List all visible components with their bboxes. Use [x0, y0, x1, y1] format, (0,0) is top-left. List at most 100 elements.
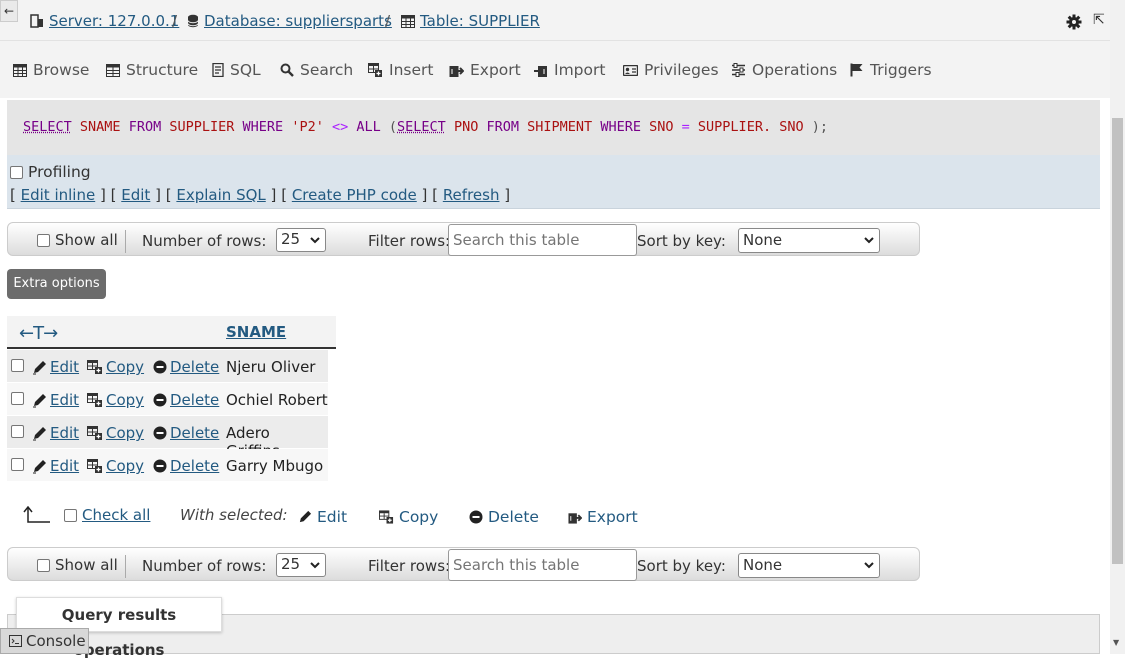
row-edit-action[interactable]: Edit: [32, 391, 79, 409]
tab-search[interactable]: Search: [280, 61, 353, 79]
bracket: ]: [422, 186, 428, 204]
structure-icon: [106, 64, 120, 77]
bulk-export-label: Export: [587, 508, 638, 526]
show-all-label: Show all: [55, 556, 118, 574]
row-copy-action[interactable]: Copy: [87, 457, 144, 475]
sname-cell[interactable]: Garry Mbugo: [226, 457, 323, 475]
query-action-links: [ Edit inline ] [ Edit ] [ Explain SQL ]…: [10, 186, 510, 204]
breadcrumb-table[interactable]: Table: SUPPLIER: [401, 12, 540, 30]
tab-export[interactable]: Export: [449, 61, 521, 79]
sort-by-key-select[interactable]: None: [738, 228, 880, 253]
bulk-delete-button[interactable]: Delete: [469, 508, 539, 526]
row-delete-link[interactable]: Delete: [170, 424, 219, 442]
tab-triggers[interactable]: Triggers: [850, 61, 932, 79]
row-edit-action[interactable]: Edit: [32, 358, 79, 376]
extra-options-button[interactable]: Extra options: [7, 269, 106, 299]
show-all-option[interactable]: Show all: [37, 556, 118, 574]
row-checkbox[interactable]: [11, 425, 24, 438]
filter-rows-input[interactable]: [448, 549, 637, 581]
row-edit-action[interactable]: Edit: [32, 424, 79, 442]
tab-operations[interactable]: Operations: [731, 61, 837, 79]
row-delete-action[interactable]: Delete: [153, 358, 219, 376]
refresh-link[interactable]: Refresh: [443, 186, 500, 204]
row-copy-action[interactable]: Copy: [87, 424, 144, 442]
row-delete-action[interactable]: Delete: [153, 391, 219, 409]
tab-import[interactable]: Import: [533, 61, 605, 79]
row-copy-action[interactable]: Copy: [87, 391, 144, 409]
profiling-option[interactable]: Profiling: [10, 163, 91, 181]
row-edit-link[interactable]: Edit: [50, 358, 79, 376]
profiling-checkbox[interactable]: [10, 166, 23, 179]
sname-cell[interactable]: Njeru Oliver: [226, 358, 315, 376]
console-label: Console: [26, 632, 86, 650]
column-toggle-arrows[interactable]: ←T→: [19, 323, 57, 344]
back-arrow-icon[interactable]: ←: [0, 0, 18, 22]
row-copy-link[interactable]: Copy: [106, 391, 144, 409]
check-all-checkbox[interactable]: [64, 509, 77, 522]
row-checkbox[interactable]: [11, 392, 24, 405]
console-button[interactable]: Console: [0, 628, 89, 654]
bulk-edit-button[interactable]: Edit: [298, 508, 347, 526]
gear-icon[interactable]: [1066, 14, 1082, 30]
number-of-rows-select[interactable]: 25: [276, 228, 326, 252]
tab-insert[interactable]: Insert: [368, 61, 433, 79]
tab-privileges[interactable]: Privileges: [623, 61, 719, 79]
row-edit-action[interactable]: Edit: [32, 457, 79, 475]
filter-rows-label: Filter rows:: [368, 557, 450, 575]
sql-icon: [212, 63, 224, 77]
breadcrumb-database-label[interactable]: Database: suppliersparts: [204, 12, 392, 30]
row-checkbox[interactable]: [11, 458, 24, 471]
row-edit-link[interactable]: Edit: [50, 391, 79, 409]
collapse-icon[interactable]: ⇱: [1093, 12, 1105, 28]
insert-icon: [368, 63, 383, 77]
tab-browse[interactable]: Browse: [13, 61, 89, 79]
bulk-export-button[interactable]: Export: [568, 508, 638, 526]
tab-sql[interactable]: SQL: [212, 61, 261, 79]
row-checkbox[interactable]: [11, 359, 24, 372]
check-all-option[interactable]: Check all: [64, 506, 150, 524]
row-edit-link[interactable]: Edit: [50, 424, 79, 442]
filter-rows-input[interactable]: [448, 224, 637, 256]
row-delete-link[interactable]: Delete: [170, 358, 219, 376]
tab-structure[interactable]: Structure: [106, 61, 198, 79]
row-delete-action[interactable]: Delete: [153, 457, 219, 475]
tab-insert-label: Insert: [389, 61, 433, 79]
scrollbar-thumb[interactable]: [1112, 118, 1123, 564]
breadcrumb-server-label[interactable]: Server: 127.0.0.1: [49, 12, 179, 30]
explain-sql-link[interactable]: Explain SQL: [176, 186, 265, 204]
sql-query-box[interactable]: SELECT SNAME FROM SUPPLIER WHERE 'P2' <>…: [7, 100, 1100, 155]
breadcrumb-database[interactable]: Database: suppliersparts: [187, 12, 392, 30]
number-of-rows-select[interactable]: 25: [276, 553, 326, 577]
breadcrumb-server[interactable]: Server: 127.0.0.1: [30, 12, 179, 30]
breadcrumb-table-label[interactable]: Table: SUPPLIER: [420, 12, 540, 30]
row-delete-link[interactable]: Delete: [170, 457, 219, 475]
show-all-option[interactable]: Show all: [37, 231, 118, 249]
check-all-label[interactable]: Check all: [82, 506, 150, 524]
row-copy-link[interactable]: Copy: [106, 457, 144, 475]
row-copy-link[interactable]: Copy: [106, 424, 144, 442]
export-icon: [449, 63, 464, 78]
table-row: Edit Copy Delete Ochiel Robert: [7, 383, 328, 416]
edit-query-link[interactable]: Edit: [121, 186, 150, 204]
scroll-down-icon[interactable]: ▼: [1113, 638, 1119, 647]
sort-by-key-value: None: [743, 556, 782, 574]
row-delete-link[interactable]: Delete: [170, 391, 219, 409]
row-edit-link[interactable]: Edit: [50, 457, 79, 475]
create-php-code-link[interactable]: Create PHP code: [292, 186, 417, 204]
navigation-bar-bottom: Show all Number of rows: 25 Filter rows:…: [7, 547, 920, 581]
sort-by-key-select[interactable]: None: [738, 553, 880, 578]
row-copy-action[interactable]: Copy: [87, 358, 144, 376]
edit-inline-link[interactable]: Edit inline: [21, 186, 96, 204]
bracket: ]: [100, 186, 106, 204]
show-all-checkbox[interactable]: [37, 559, 50, 572]
sql-token: SELECT: [397, 119, 446, 135]
row-delete-action[interactable]: Delete: [153, 424, 219, 442]
bulk-copy-button[interactable]: Copy: [379, 508, 438, 526]
show-all-checkbox[interactable]: [37, 234, 50, 247]
delete-icon: [153, 426, 167, 440]
bracket: ]: [271, 186, 277, 204]
tab-search-label: Search: [300, 61, 353, 79]
column-header-sname[interactable]: SNAME: [226, 323, 286, 341]
sname-cell[interactable]: Ochiel Robert: [226, 391, 328, 409]
row-copy-link[interactable]: Copy: [106, 358, 144, 376]
